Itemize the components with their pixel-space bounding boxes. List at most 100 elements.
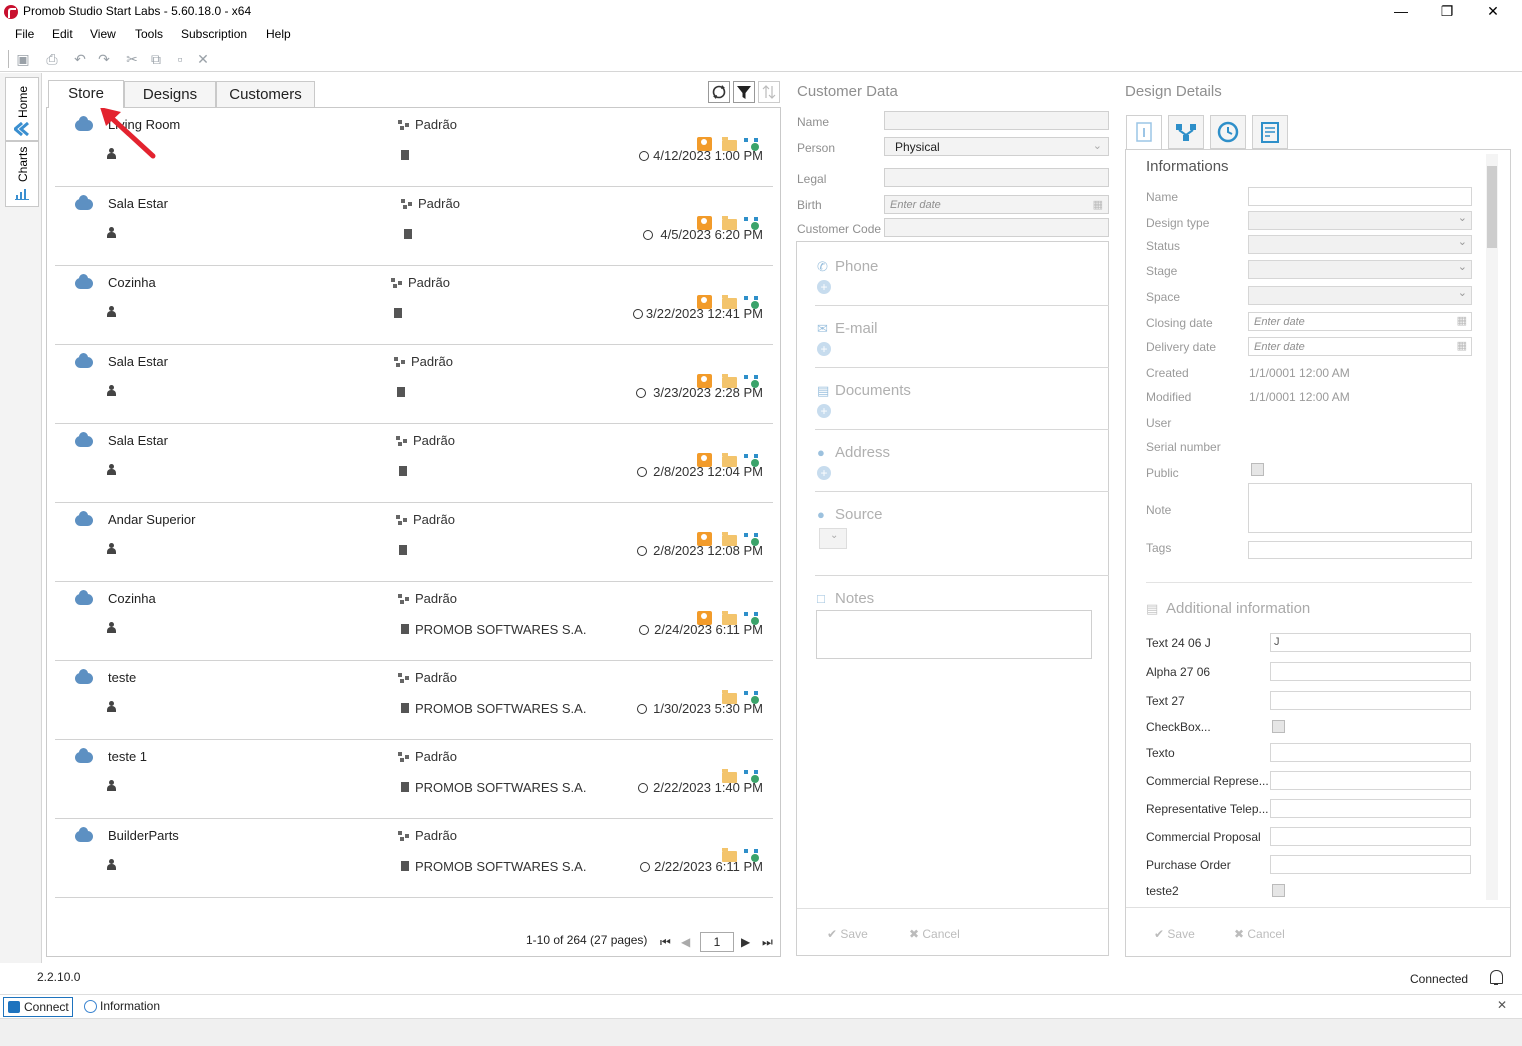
source-select[interactable]: ⌄ xyxy=(819,528,847,549)
add-phone-icon[interactable]: + xyxy=(817,280,831,294)
menu-view[interactable]: View xyxy=(90,27,116,41)
chevron-down-icon: ⌄ xyxy=(830,530,839,541)
calendar-icon[interactable]: ▦ xyxy=(1457,314,1467,327)
list-item[interactable]: BuilderParts Padrão PROMOB SOFTWARES S.A… xyxy=(55,819,773,898)
list-item[interactable]: Sala Estar Padrão 3/23/2023 2:28 PM xyxy=(55,345,773,424)
maximize-button[interactable]: ❐ xyxy=(1424,0,1470,24)
next-page-icon[interactable]: ▶ xyxy=(741,935,750,949)
text-24-06-j-field[interactable]: J xyxy=(1270,633,1471,652)
connect-button[interactable]: Connect xyxy=(3,997,73,1017)
list-item[interactable]: teste Padrão PROMOB SOFTWARES S.A. 1/30/… xyxy=(55,661,773,740)
legal-field[interactable] xyxy=(884,168,1109,187)
charts-icon xyxy=(15,189,29,200)
design-scrollbar[interactable] xyxy=(1486,154,1498,900)
scrollbar-thumb[interactable] xyxy=(1487,166,1497,248)
task-bar: Connect Information ✕ xyxy=(0,994,1522,1018)
list-item[interactable]: teste 1 Padrão PROMOB SOFTWARES S.A. 2/2… xyxy=(55,740,773,819)
information-button[interactable]: Information xyxy=(100,999,160,1013)
list-item[interactable]: Cozinha Padrão PROMOB SOFTWARES S.A. 2/2… xyxy=(55,582,773,661)
documents-section: ▤ Documents + xyxy=(815,368,1109,430)
cut-icon[interactable]: ✂ xyxy=(123,50,141,68)
list-item[interactable]: Cozinha Padrão 3/22/2023 12:41 PM xyxy=(55,266,773,345)
undo-icon[interactable]: ↶ xyxy=(71,50,89,68)
delete-icon[interactable]: ✕ xyxy=(194,50,212,68)
redo-icon[interactable]: ↷ xyxy=(95,50,113,68)
delivery-date-field[interactable]: Enter date ▦ xyxy=(1248,337,1472,356)
list-item[interactable]: Sala Estar Padrão 2/8/2023 12:04 PM xyxy=(55,424,773,503)
note-textarea[interactable] xyxy=(1248,483,1472,533)
commercial-representative-field[interactable] xyxy=(1270,771,1471,790)
text-27-field[interactable] xyxy=(1270,691,1471,710)
first-page-icon[interactable]: ⏮ xyxy=(660,935,671,950)
closing-date-field[interactable]: Enter date ▦ xyxy=(1248,312,1472,331)
menu-file[interactable]: File xyxy=(15,27,34,41)
birth-date-field[interactable]: Enter date ▦ xyxy=(884,195,1109,214)
add-email-icon[interactable]: + xyxy=(817,342,831,356)
minimize-button[interactable]: — xyxy=(1378,0,1424,24)
tab-store[interactable]: Store xyxy=(48,80,124,108)
menu-edit[interactable]: Edit xyxy=(52,27,73,41)
design-name-field[interactable] xyxy=(1248,187,1472,206)
add-address-icon[interactable]: + xyxy=(817,466,831,480)
design-save-button[interactable]: ✔ Save xyxy=(1154,927,1195,941)
copy-icon[interactable]: ⧉ xyxy=(147,50,165,68)
tab-checklist[interactable] xyxy=(1252,115,1288,149)
tab-hierarchy[interactable] xyxy=(1168,115,1204,149)
side-tab-home[interactable]: Home xyxy=(5,77,39,141)
print-icon[interactable]: ⎙ xyxy=(43,50,61,68)
stage-select[interactable] xyxy=(1248,260,1472,279)
list-item[interactable]: Sala Estar Padrão 4/5/2023 6:20 PM xyxy=(55,187,773,266)
prev-page-icon[interactable]: ◀ xyxy=(681,935,690,949)
alpha-27-06-field[interactable] xyxy=(1270,662,1471,681)
teste2-checkbox[interactable] xyxy=(1272,884,1285,897)
purchase-order-field[interactable] xyxy=(1270,855,1471,874)
clock-icon xyxy=(638,783,648,793)
tab-information[interactable] xyxy=(1126,115,1162,149)
space-label: Space xyxy=(1146,290,1181,304)
bell-icon[interactable] xyxy=(1488,968,1504,986)
birth-date-placeholder: Enter date xyxy=(890,199,941,211)
filter-icon[interactable] xyxy=(733,81,755,103)
space-select[interactable] xyxy=(1248,286,1472,305)
calendar-icon[interactable]: ▦ xyxy=(1457,339,1467,352)
customer-cancel-button[interactable]: ✖ Cancel xyxy=(909,927,960,941)
add-document-icon[interactable]: + xyxy=(817,404,831,418)
tab-history[interactable] xyxy=(1210,115,1246,149)
texto-field[interactable] xyxy=(1270,743,1471,762)
customer-name-field[interactable] xyxy=(884,111,1109,130)
tab-customers[interactable]: Customers xyxy=(216,81,315,107)
hierarchy-icon xyxy=(398,673,410,683)
design-cancel-button[interactable]: ✖ Cancel xyxy=(1234,927,1285,941)
toolbar: ▣ ⎙ ↶ ↷ ✂ ⧉ ▫ ✕ xyxy=(0,46,1522,72)
menu-tools[interactable]: Tools xyxy=(135,27,163,41)
menu-help[interactable]: Help xyxy=(266,27,291,41)
side-tab-charts[interactable]: Charts xyxy=(5,141,39,207)
representative-telephone-field[interactable] xyxy=(1270,799,1471,818)
paste-icon[interactable]: ▫ xyxy=(171,50,189,68)
commercial-proposal-field[interactable] xyxy=(1270,827,1471,846)
globe-icon xyxy=(84,1000,97,1013)
custom-checkbox[interactable] xyxy=(1272,720,1285,733)
save-icon[interactable]: ▣ xyxy=(14,50,32,68)
person-select[interactable]: Physical ⌄ xyxy=(884,137,1109,156)
calendar-icon[interactable]: ▦ xyxy=(1093,198,1103,211)
list-item[interactable]: Andar Superior Padrão 2/8/2023 12:08 PM xyxy=(55,503,773,582)
notes-textarea[interactable] xyxy=(816,610,1092,659)
status-select[interactable] xyxy=(1248,235,1472,254)
menu-subscription[interactable]: Subscription xyxy=(181,27,247,41)
last-page-icon[interactable]: ⏭ xyxy=(762,935,773,950)
close-panel-icon[interactable]: ✕ xyxy=(1497,998,1507,1012)
design-type: Padrão xyxy=(415,749,457,764)
modified-value: 1/1/0001 12:00 AM xyxy=(1249,390,1350,404)
sort-icon[interactable] xyxy=(758,81,780,103)
close-button[interactable]: ✕ xyxy=(1470,0,1516,24)
refresh-icon[interactable] xyxy=(708,81,730,103)
public-checkbox[interactable] xyxy=(1251,463,1264,476)
design-type-select[interactable] xyxy=(1248,211,1472,230)
cloud-icon xyxy=(75,827,93,842)
tags-field[interactable] xyxy=(1248,541,1472,559)
page-input[interactable]: 1 xyxy=(700,932,734,952)
customer-icon xyxy=(107,543,116,554)
customer-save-button[interactable]: ✔ Save xyxy=(827,927,868,941)
customer-code-field[interactable] xyxy=(884,218,1109,237)
